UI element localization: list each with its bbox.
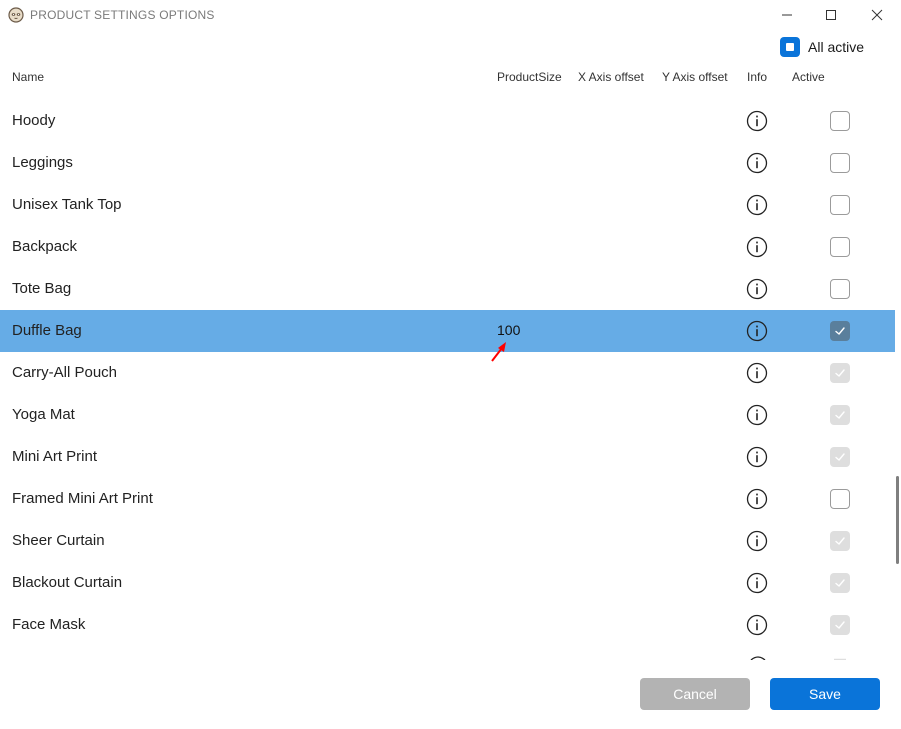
table-row[interactable]: Tote Bag xyxy=(0,268,895,310)
row-name: Blackout Curtain xyxy=(12,574,123,591)
active-checkbox[interactable] xyxy=(830,321,850,341)
minimize-button[interactable] xyxy=(765,2,809,28)
active-checkbox[interactable] xyxy=(830,615,850,635)
active-checkbox[interactable] xyxy=(830,489,850,509)
table-row[interactable]: Backpack xyxy=(0,226,895,268)
column-header-x-offset[interactable]: X Axis offset xyxy=(578,70,644,84)
table-row[interactable]: Unisex Tank Top xyxy=(0,184,895,226)
row-name: Face Mask xyxy=(12,616,86,633)
table-row[interactable]: Face Mask xyxy=(0,604,895,646)
maximize-button[interactable] xyxy=(809,2,853,28)
table-header: Name ProductSize X Axis offset Y Axis of… xyxy=(0,70,901,86)
active-checkbox[interactable] xyxy=(830,573,850,593)
row-name: Yoga Mat xyxy=(12,406,75,423)
table-row[interactable]: Duffle Bag 100 xyxy=(0,310,895,352)
column-header-product-size[interactable]: ProductSize xyxy=(497,70,562,84)
all-active-checkbox[interactable] xyxy=(780,37,800,57)
column-header-name[interactable]: Name xyxy=(12,70,44,84)
save-button[interactable]: Save xyxy=(770,678,880,710)
info-icon[interactable] xyxy=(746,236,768,258)
row-product-size[interactable]: 100 xyxy=(497,322,520,338)
active-checkbox[interactable] xyxy=(830,237,850,257)
info-icon[interactable] xyxy=(746,614,768,636)
info-icon[interactable] xyxy=(746,194,768,216)
column-header-active[interactable]: Active xyxy=(792,70,825,84)
info-icon[interactable] xyxy=(746,404,768,426)
info-icon[interactable] xyxy=(746,362,768,384)
product-table: Hoody Leggings Unisex Tank Top Backpack Tote… xyxy=(0,100,895,660)
column-header-y-offset[interactable]: Y Axis offset xyxy=(662,70,728,84)
checkbox-partial xyxy=(834,658,846,660)
all-active-toggle[interactable]: All active xyxy=(780,36,864,58)
maximize-icon xyxy=(826,10,836,20)
row-name: Tote Bag xyxy=(12,280,72,297)
row-name: Unisex Tank Top xyxy=(12,196,122,213)
info-icon[interactable] xyxy=(746,488,768,510)
row-name: Hoody xyxy=(12,112,56,129)
close-icon xyxy=(871,9,883,21)
all-active-label: All active xyxy=(808,39,865,55)
active-checkbox[interactable] xyxy=(830,363,850,383)
annotation-arrow-icon xyxy=(491,342,506,362)
scrollbar-thumb[interactable] xyxy=(896,476,899,564)
info-icon[interactable] xyxy=(746,572,768,594)
active-checkbox[interactable] xyxy=(830,405,850,425)
column-header-info[interactable]: Info xyxy=(747,70,767,84)
row-name: Sheer Curtain xyxy=(12,532,105,549)
table-row[interactable]: Mini Art Print xyxy=(0,436,895,478)
active-checkbox[interactable] xyxy=(830,531,850,551)
info-icon[interactable] xyxy=(746,446,768,468)
row-name: Backpack xyxy=(12,238,78,255)
table-row[interactable]: Framed Mini Art Print xyxy=(0,478,895,520)
active-checkbox[interactable] xyxy=(830,279,850,299)
info-icon[interactable] xyxy=(746,278,768,300)
info-icon[interactable] xyxy=(746,110,768,132)
active-checkbox[interactable] xyxy=(830,447,850,467)
table-row[interactable]: Carry-All Pouch xyxy=(0,352,895,394)
info-icon[interactable] xyxy=(746,530,768,552)
table-row[interactable]: Leggings xyxy=(0,142,895,184)
active-checkbox[interactable] xyxy=(830,195,850,215)
table-row[interactable]: Hoody xyxy=(0,100,895,142)
title-bar: PRODUCT SETTINGS OPTIONS xyxy=(0,0,901,30)
row-name: Carry-All Pouch xyxy=(12,364,118,381)
active-checkbox[interactable] xyxy=(830,153,850,173)
row-name: Leggings xyxy=(12,154,73,171)
row-name: Duffle Bag xyxy=(12,322,82,339)
cancel-button[interactable]: Cancel xyxy=(640,678,750,710)
table-row[interactable]: Sheer Curtain xyxy=(0,520,895,562)
window-title: PRODUCT SETTINGS OPTIONS xyxy=(30,8,215,22)
table-row[interactable]: Yoga Mat xyxy=(0,394,895,436)
sloth-face-icon xyxy=(8,7,24,23)
info-icon-partial xyxy=(750,656,766,660)
table-row[interactable]: Blackout Curtain xyxy=(0,562,895,604)
info-icon[interactable] xyxy=(746,320,768,342)
row-name: Mini Art Print xyxy=(12,448,98,465)
minimize-icon xyxy=(782,14,792,16)
active-checkbox[interactable] xyxy=(830,111,850,131)
close-button[interactable] xyxy=(855,2,899,28)
row-name: Framed Mini Art Print xyxy=(12,490,153,507)
info-icon[interactable] xyxy=(746,152,768,174)
